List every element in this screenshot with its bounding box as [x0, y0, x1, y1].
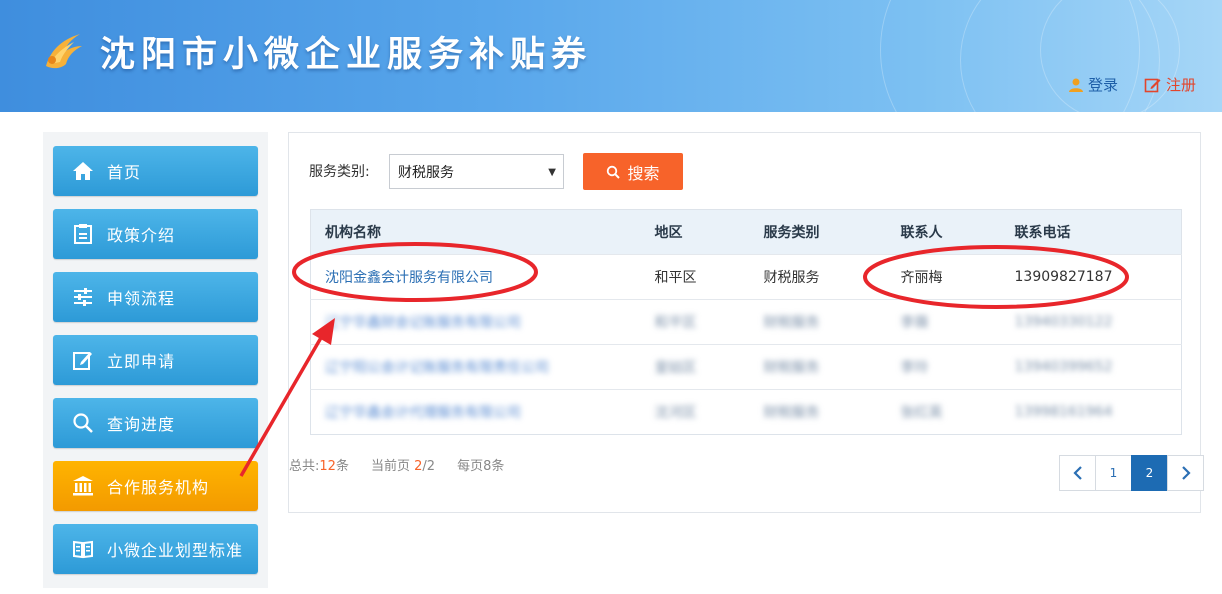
search-icon [607, 165, 621, 179]
edit-icon [1144, 78, 1161, 92]
column-header: 机构名称 [310, 209, 641, 255]
per-page-text: 每页8条 [457, 459, 505, 474]
sidebar-nav: 首页 政策介绍 申领流程 立即申请 查询进度 合作服务机构 小微企业划型标准 [43, 132, 268, 588]
wing-logo-icon [46, 34, 82, 69]
total-pages: 2 [426, 459, 436, 474]
category-cell: 财税服务 [749, 299, 887, 345]
region-cell: 和平区 [640, 254, 750, 300]
category-cell: 财税服务 [749, 344, 887, 390]
contact-cell: 李玲 [886, 344, 1001, 390]
sidebar-item-label: 申领流程 [107, 289, 176, 308]
sidebar-item-process[interactable]: 申领流程 [53, 272, 258, 322]
bank-icon [71, 474, 95, 498]
sidebar-item-standards[interactable]: 小微企业划型标准 [53, 524, 258, 574]
sidebar-item-partners[interactable]: 合作服务机构 [53, 461, 258, 511]
login-label: 登录 [1088, 76, 1119, 94]
region-cell: 沈河区 [640, 389, 750, 435]
user-icon [1069, 78, 1083, 92]
site-title: 沈阳市小微企业服务补贴券 [100, 35, 593, 75]
table-row: 辽宁华鑫会计代理服务有限公司 沈河区 财税服务 张红英 13998161964 [310, 389, 1182, 435]
phone-cell: 13998161964 [1000, 389, 1182, 435]
phone-cell: 13940330122 [1000, 299, 1182, 345]
sidebar-item-label: 立即申请 [107, 352, 176, 371]
sidebar-item-label: 首页 [107, 163, 142, 182]
partner-table: 机构名称 地区 服务类别 联系人 联系电话 沈阳金鑫会计服务有限公司 和平区 财… [310, 209, 1182, 435]
contact-cell: 张红英 [886, 389, 1001, 435]
column-header: 服务类别 [749, 209, 887, 255]
column-header: 联系电话 [1000, 209, 1182, 255]
site-header: 沈阳市小微企业服务补贴券 登录 注册 [0, 0, 1222, 112]
table-row: 沈阳金鑫会计服务有限公司 和平区 财税服务 齐丽梅 13909827187 [310, 254, 1182, 300]
edit-icon [71, 348, 95, 372]
total-prefix: 总共: [289, 459, 320, 474]
org-name-link[interactable]: 沈阳金鑫会计服务有限公司 [310, 254, 641, 300]
chevron-right-icon [1181, 466, 1191, 480]
pagination: 1 2 [1059, 455, 1204, 491]
login-link[interactable]: 登录 [1068, 74, 1118, 95]
sliders-icon [71, 285, 95, 309]
table-header-row: 机构名称 地区 服务类别 联系人 联系电话 [310, 209, 1182, 255]
register-link[interactable]: 注册 [1144, 74, 1196, 95]
org-name-link[interactable]: 辽宁阳公会计记账服务有限责任公司 [310, 344, 641, 390]
sidebar-item-label: 查询进度 [107, 415, 176, 434]
phone-cell: 13940399652 [1000, 344, 1182, 390]
book-icon [71, 537, 95, 561]
category-cell: 财税服务 [749, 389, 887, 435]
table-row: 辽宁阳公会计记账服务有限责任公司 皇姑区 财税服务 李玲 13940399652 [310, 344, 1182, 390]
pagination-summary: 总共:12条 当前页 2/2 每页8条 [289, 455, 504, 474]
clipboard-icon [71, 222, 95, 246]
category-select-value: 财税服务 [398, 164, 454, 181]
total-suffix: 条 [335, 459, 349, 474]
total-count: 12 [319, 459, 336, 474]
register-label: 注册 [1166, 76, 1197, 94]
content-panel: 服务类别: 财税服务 ▼ 搜索 机构名称 地区 服务类别 联系人 联系电话 沈阳… [288, 132, 1204, 513]
sidebar-item-label: 小微企业划型标准 [107, 541, 244, 560]
home-icon [71, 159, 95, 183]
page-button-2[interactable]: 2 [1131, 455, 1168, 491]
page-button-1[interactable]: 1 [1095, 455, 1132, 491]
contact-cell: 齐丽梅 [886, 254, 1001, 300]
contact-cell: 李薇 [886, 299, 1001, 345]
category-filter-label: 服务类别: [309, 164, 370, 180]
sidebar-item-home[interactable]: 首页 [53, 146, 258, 196]
page-prefix: 当前页 [370, 459, 410, 474]
category-cell: 财税服务 [749, 254, 887, 300]
table-row: 辽宁华鑫财会记账服务有限公司 和平区 财税服务 李薇 13940330122 [310, 299, 1182, 345]
column-header: 联系人 [886, 209, 1001, 255]
sidebar-item-policy[interactable]: 政策介绍 [53, 209, 258, 259]
search-icon [71, 411, 95, 435]
region-cell: 皇姑区 [640, 344, 750, 390]
sidebar-item-apply[interactable]: 立即申请 [53, 335, 258, 385]
org-name-link[interactable]: 辽宁华鑫财会记账服务有限公司 [310, 299, 641, 345]
chevron-left-icon [1072, 466, 1082, 480]
sidebar-item-label: 合作服务机构 [107, 478, 210, 497]
sidebar-item-progress[interactable]: 查询进度 [53, 398, 258, 448]
search-button-label: 搜索 [627, 163, 660, 183]
search-button[interactable]: 搜索 [583, 153, 683, 190]
category-select[interactable]: 财税服务 ▼ [389, 154, 564, 189]
next-page-button[interactable] [1167, 455, 1204, 491]
region-cell: 和平区 [640, 299, 750, 345]
sidebar-item-label: 政策介绍 [107, 226, 176, 245]
org-name-link[interactable]: 辽宁华鑫会计代理服务有限公司 [310, 389, 641, 435]
caret-down-icon: ▼ [548, 167, 556, 178]
phone-cell: 13909827187 [1000, 254, 1182, 300]
prev-page-button[interactable] [1059, 455, 1096, 491]
column-header: 地区 [640, 209, 750, 255]
